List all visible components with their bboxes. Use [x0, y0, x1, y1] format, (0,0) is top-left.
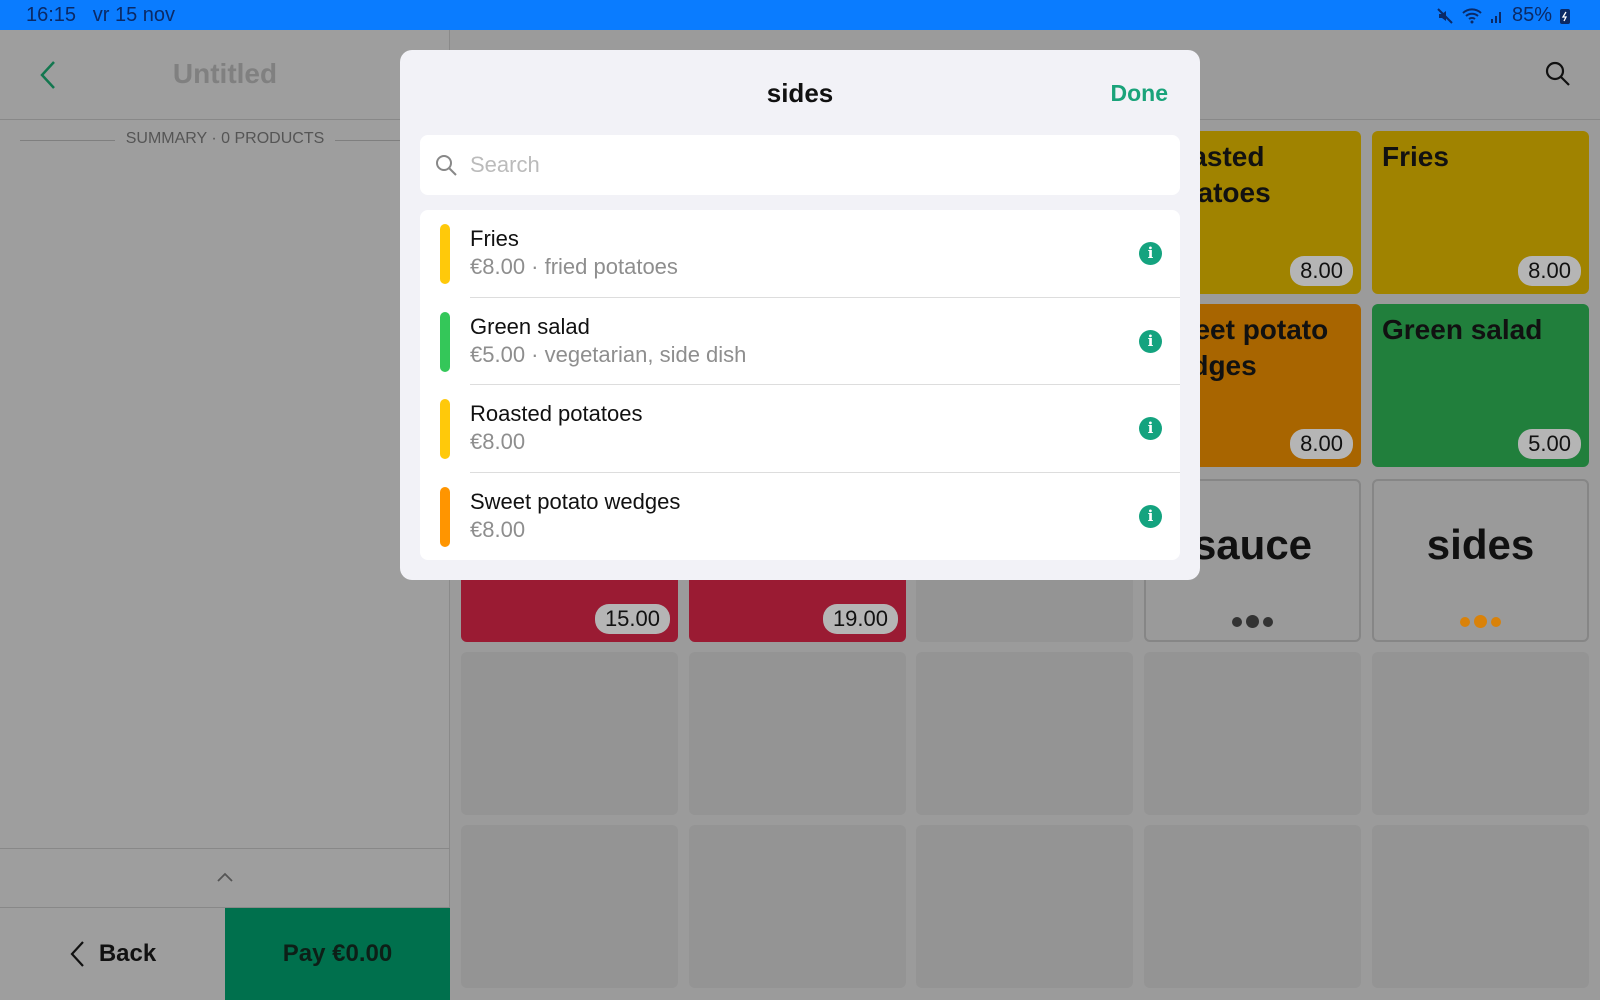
product-price: 15.00 [594, 604, 670, 634]
item-subtitle: €8.00 [470, 429, 526, 454]
product-name: Green salad [1382, 314, 1543, 345]
battery-level: 85% [1511, 4, 1552, 26]
order-panel: Untitled SUMMARY · 0 PRODUCTS Back Pay €… [0, 30, 450, 1000]
product-price: 5.00 [1518, 429, 1581, 459]
status-date: vr 15 nov [92, 4, 175, 26]
order-summary: SUMMARY · 0 PRODUCTS [0, 130, 450, 148]
back-button[interactable]: Back [0, 908, 225, 1000]
pay-button[interactable]: Pay €0.00 [225, 908, 450, 1000]
empty-tile [1372, 652, 1589, 815]
order-header: Untitled [0, 30, 450, 120]
item-name: Sweet potato wedges [470, 488, 681, 514]
empty-tile [916, 652, 1133, 815]
status-bar: 16:15 vr 15 nov 85% [0, 0, 1600, 30]
more-dots-icon [1374, 615, 1587, 628]
modal-title: sides [766, 78, 834, 108]
color-indicator [440, 399, 450, 459]
battery-icon [1560, 8, 1570, 24]
product-list: Fries €8.00 · fried potatoes i Green salad €… [420, 210, 1180, 560]
search-input[interactable] [470, 152, 1120, 178]
empty-tile [916, 825, 1133, 988]
empty-tile [689, 652, 906, 815]
product-name: Fries [1382, 141, 1449, 172]
mute-icon [1437, 7, 1453, 24]
category-name: sides [1426, 521, 1535, 568]
expand-summary-button[interactable] [0, 848, 450, 908]
product-tile[interactable]: Green salad 5.00 [1372, 304, 1589, 467]
item-subtitle: €5.00 · vegetarian, side dish [470, 341, 747, 367]
empty-tile [689, 825, 906, 988]
empty-tile [461, 825, 678, 988]
order-title[interactable]: Untitled [0, 58, 450, 90]
search-icon [436, 155, 457, 176]
wifi-icon [1462, 7, 1482, 23]
empty-tile [1144, 825, 1361, 988]
product-price: 8.00 [1290, 256, 1353, 286]
empty-tile [1144, 652, 1361, 815]
search-field[interactable] [420, 135, 1180, 195]
signal-icon [1490, 11, 1501, 23]
color-indicator [440, 311, 450, 372]
product-price: 8.00 [1290, 429, 1353, 459]
category-modal: sides Done Fries€8.00 · fried potatoesiG… [400, 50, 1200, 580]
list-item[interactable]: Fries €8.00 · fried potatoes i [420, 210, 1180, 298]
item-subtitle: €8.00 [470, 516, 526, 542]
status-time: 16:15 [26, 4, 77, 26]
category-tile[interactable]: sides [1372, 479, 1589, 642]
info-icon[interactable]: i [1139, 242, 1162, 265]
list-item[interactable]: Roasted potatoes €8.00 i [420, 385, 1180, 473]
done-button[interactable]: Done [1111, 80, 1169, 107]
search-icon[interactable] [1544, 60, 1572, 88]
empty-tile [1372, 825, 1589, 988]
color-indicator [440, 486, 450, 547]
list-item[interactable]: Green salad €5.00 · vegetarian, side dish… [420, 298, 1180, 385]
chevron-left-icon [70, 941, 84, 967]
product-tile[interactable]: Fries 8.00 [1372, 131, 1589, 294]
info-icon[interactable]: i [1139, 329, 1162, 353]
info-icon[interactable]: i [1139, 417, 1162, 440]
chevron-up-icon [217, 872, 233, 882]
product-price: 19.00 [822, 604, 898, 634]
item-name: Roasted potatoes [470, 401, 643, 426]
color-indicator [440, 224, 450, 284]
more-dots-icon [1146, 615, 1359, 628]
empty-tile [461, 652, 678, 815]
list-item[interactable]: Sweet potato wedges €8.00 i [420, 473, 1180, 561]
product-price: 8.00 [1518, 256, 1581, 286]
info-icon[interactable]: i [1139, 504, 1162, 528]
item-name: Green salad [470, 313, 590, 339]
item-name: Fries [470, 226, 519, 251]
item-subtitle: €8.00 · fried potatoes [470, 254, 678, 279]
